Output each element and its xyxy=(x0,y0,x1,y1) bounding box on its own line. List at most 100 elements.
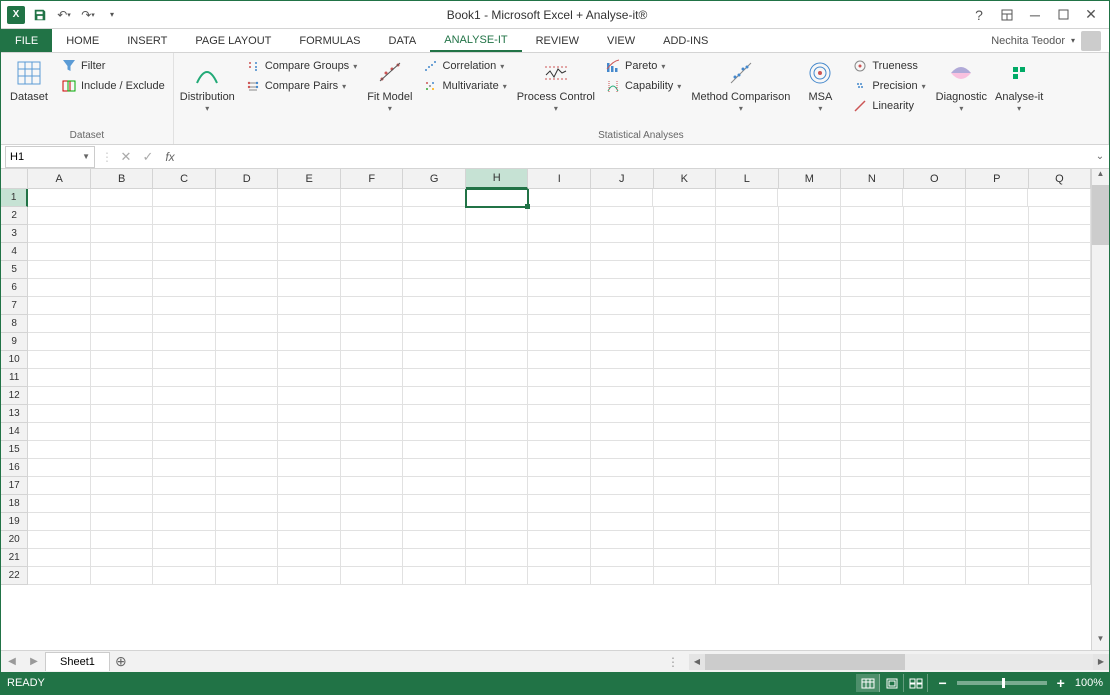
cell-O17[interactable] xyxy=(904,477,967,495)
cell-A7[interactable] xyxy=(28,297,91,315)
cell-J12[interactable] xyxy=(591,387,654,405)
cell-K2[interactable] xyxy=(654,207,717,225)
user-account[interactable]: Nechita Teodor ▾ xyxy=(991,29,1109,52)
cell-G22[interactable] xyxy=(403,567,466,585)
cell-C1[interactable] xyxy=(153,189,216,207)
cell-F18[interactable] xyxy=(341,495,404,513)
cell-O16[interactable] xyxy=(904,459,967,477)
cell-N14[interactable] xyxy=(841,423,904,441)
cell-O10[interactable] xyxy=(904,351,967,369)
method-comparison-button[interactable]: Method Comparison▾ xyxy=(691,57,790,113)
cell-B13[interactable] xyxy=(91,405,154,423)
cell-D7[interactable] xyxy=(216,297,279,315)
cell-E10[interactable] xyxy=(278,351,341,369)
cell-I17[interactable] xyxy=(528,477,591,495)
pareto-button[interactable]: Pareto xyxy=(603,57,683,75)
cell-E16[interactable] xyxy=(278,459,341,477)
cell-L4[interactable] xyxy=(716,243,779,261)
cell-K16[interactable] xyxy=(654,459,717,477)
cell-P13[interactable] xyxy=(966,405,1029,423)
cell-J14[interactable] xyxy=(591,423,654,441)
cell-M2[interactable] xyxy=(779,207,842,225)
cell-N20[interactable] xyxy=(841,531,904,549)
row-header-3[interactable]: 3 xyxy=(1,225,28,243)
cell-E20[interactable] xyxy=(278,531,341,549)
cell-P19[interactable] xyxy=(966,513,1029,531)
cell-G5[interactable] xyxy=(403,261,466,279)
cell-P22[interactable] xyxy=(966,567,1029,585)
insert-function-button[interactable]: fx xyxy=(159,146,181,168)
cell-M10[interactable] xyxy=(779,351,842,369)
compare-pairs-button[interactable]: Compare Pairs xyxy=(243,77,359,95)
row-header-4[interactable]: 4 xyxy=(1,243,28,261)
cell-J9[interactable] xyxy=(591,333,654,351)
cell-B12[interactable] xyxy=(91,387,154,405)
analyse-it-button[interactable]: Analyse-it▾ xyxy=(995,57,1043,113)
cell-J17[interactable] xyxy=(591,477,654,495)
correlation-button[interactable]: Correlation xyxy=(420,57,508,75)
cell-H6[interactable] xyxy=(466,279,529,297)
cell-G8[interactable] xyxy=(403,315,466,333)
vertical-scrollbar[interactable]: ▲ ▼ xyxy=(1091,169,1109,650)
cell-H3[interactable] xyxy=(466,225,529,243)
column-header-K[interactable]: K xyxy=(654,169,717,189)
cell-O18[interactable] xyxy=(904,495,967,513)
cell-I9[interactable] xyxy=(528,333,591,351)
cell-Q12[interactable] xyxy=(1029,387,1091,405)
cell-M4[interactable] xyxy=(779,243,842,261)
cell-F17[interactable] xyxy=(341,477,404,495)
row-header-19[interactable]: 19 xyxy=(1,513,28,531)
cell-H2[interactable] xyxy=(466,207,529,225)
cell-O22[interactable] xyxy=(904,567,967,585)
cell-G7[interactable] xyxy=(403,297,466,315)
cell-E9[interactable] xyxy=(278,333,341,351)
row-header-12[interactable]: 12 xyxy=(1,387,28,405)
cell-M20[interactable] xyxy=(779,531,842,549)
cell-M11[interactable] xyxy=(779,369,842,387)
cell-G2[interactable] xyxy=(403,207,466,225)
column-header-P[interactable]: P xyxy=(966,169,1029,189)
cell-D5[interactable] xyxy=(216,261,279,279)
cell-K21[interactable] xyxy=(654,549,717,567)
cell-A10[interactable] xyxy=(28,351,91,369)
cell-H14[interactable] xyxy=(466,423,529,441)
cell-G1[interactable] xyxy=(403,189,466,207)
cell-C16[interactable] xyxy=(153,459,216,477)
cell-M19[interactable] xyxy=(779,513,842,531)
cell-M13[interactable] xyxy=(779,405,842,423)
cell-D4[interactable] xyxy=(216,243,279,261)
cell-N2[interactable] xyxy=(841,207,904,225)
cell-D12[interactable] xyxy=(216,387,279,405)
cell-E4[interactable] xyxy=(278,243,341,261)
cell-H22[interactable] xyxy=(466,567,529,585)
cell-N7[interactable] xyxy=(841,297,904,315)
cell-I15[interactable] xyxy=(528,441,591,459)
multivariate-button[interactable]: Multivariate xyxy=(420,77,508,95)
cell-B17[interactable] xyxy=(91,477,154,495)
select-all-corner[interactable] xyxy=(1,169,28,189)
cell-G10[interactable] xyxy=(403,351,466,369)
redo-button[interactable]: ↷▾ xyxy=(79,6,97,24)
column-header-Q[interactable]: Q xyxy=(1029,169,1091,189)
cell-A11[interactable] xyxy=(28,369,91,387)
cell-C12[interactable] xyxy=(153,387,216,405)
cell-H20[interactable] xyxy=(466,531,529,549)
enter-formula-button[interactable]: ✓ xyxy=(137,146,159,168)
cell-C21[interactable] xyxy=(153,549,216,567)
row-header-14[interactable]: 14 xyxy=(1,423,28,441)
cell-I2[interactable] xyxy=(528,207,591,225)
cell-J3[interactable] xyxy=(591,225,654,243)
cell-M22[interactable] xyxy=(779,567,842,585)
cell-A19[interactable] xyxy=(28,513,91,531)
cell-I7[interactable] xyxy=(528,297,591,315)
cell-K20[interactable] xyxy=(654,531,717,549)
cell-P18[interactable] xyxy=(966,495,1029,513)
cell-Q1[interactable] xyxy=(1028,189,1091,207)
cell-Q19[interactable] xyxy=(1029,513,1091,531)
cell-M16[interactable] xyxy=(779,459,842,477)
zoom-level[interactable]: 100% xyxy=(1075,677,1103,689)
cell-P20[interactable] xyxy=(966,531,1029,549)
cell-I11[interactable] xyxy=(528,369,591,387)
tab-analyse-it[interactable]: ANALYSE-IT xyxy=(430,29,521,52)
cell-G3[interactable] xyxy=(403,225,466,243)
